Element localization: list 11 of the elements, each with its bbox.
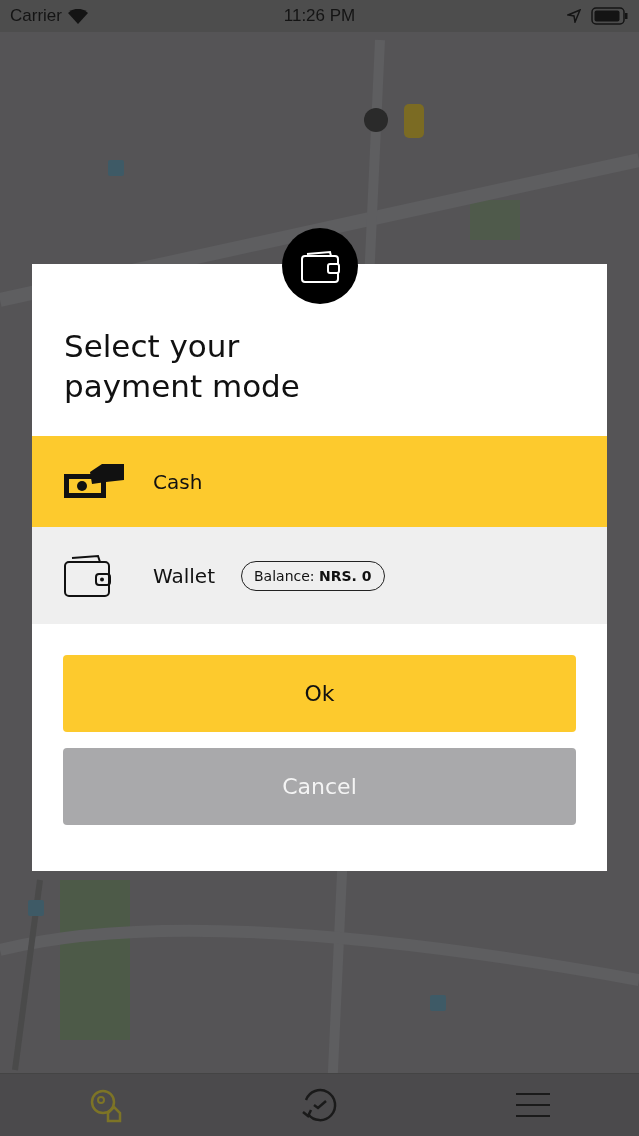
wifi-icon xyxy=(67,8,88,24)
menu-icon xyxy=(514,1092,551,1118)
history-clock-icon xyxy=(300,1086,339,1124)
dialog-title: Select your payment mode xyxy=(64,327,301,406)
battery-icon xyxy=(591,7,629,25)
clock-time: 11:26 PM xyxy=(283,6,356,26)
location-arrow-icon xyxy=(567,9,581,23)
carrier-label: Carrier xyxy=(10,6,62,26)
payment-option[interactable]: Wallet Balance: NRS. 0 xyxy=(32,527,607,624)
payment-option[interactable]: Cash xyxy=(32,436,607,527)
ok-button[interactable]: Ok xyxy=(63,655,576,732)
